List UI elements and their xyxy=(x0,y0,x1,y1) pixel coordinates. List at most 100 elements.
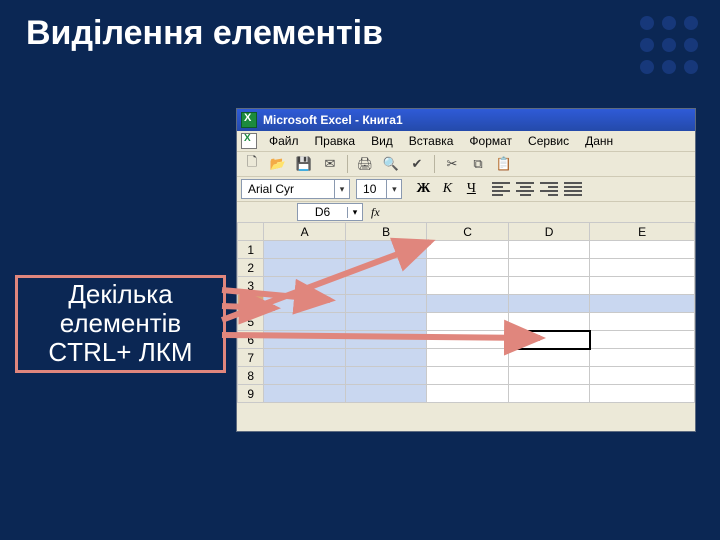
name-box[interactable]: D6 ▾ xyxy=(297,203,363,221)
excel-window: Microsoft Excel - Книга1 Файл Правка Вид… xyxy=(236,108,696,432)
bold-button[interactable]: Ж xyxy=(414,181,432,197)
cell-A1[interactable] xyxy=(264,241,345,259)
cell-A4[interactable] xyxy=(264,295,345,313)
align-right-icon[interactable] xyxy=(540,182,558,196)
cell-E8[interactable] xyxy=(590,367,695,385)
callout-line3: CTRL+ ЛКМ xyxy=(18,338,223,367)
cell-D1[interactable] xyxy=(508,241,589,259)
decor-dots xyxy=(640,16,700,76)
row-header-1[interactable]: 1 xyxy=(238,241,264,259)
align-left-icon[interactable] xyxy=(492,182,510,196)
size-value: 10 xyxy=(357,182,386,196)
titlebar: Microsoft Excel - Книга1 xyxy=(237,109,695,131)
col-header-B[interactable]: B xyxy=(345,223,426,241)
cell-B8[interactable] xyxy=(345,367,426,385)
cell-C6[interactable] xyxy=(427,331,508,349)
mail-icon[interactable]: ✉ xyxy=(319,153,341,175)
col-header-A[interactable]: A xyxy=(264,223,345,241)
cell-A8[interactable] xyxy=(264,367,345,385)
cell-D7[interactable] xyxy=(508,349,589,367)
cell-E6[interactable] xyxy=(590,331,695,349)
col-header-C[interactable]: C xyxy=(427,223,508,241)
callout-line2: елементів xyxy=(18,309,223,338)
cell-E5[interactable] xyxy=(590,313,695,331)
cell-A2[interactable] xyxy=(264,259,345,277)
select-all-corner[interactable] xyxy=(238,223,264,241)
size-combo[interactable]: 10 ▾ xyxy=(356,179,402,199)
menu-tools[interactable]: Сервис xyxy=(520,132,577,150)
cell-B6[interactable] xyxy=(345,331,426,349)
cell-D6-active[interactable] xyxy=(508,331,589,349)
slide-title: Виділення елементів xyxy=(26,14,383,53)
cell-B3[interactable] xyxy=(345,277,426,295)
cell-D9[interactable] xyxy=(508,385,589,403)
cell-C5[interactable] xyxy=(427,313,508,331)
cell-C3[interactable] xyxy=(427,277,508,295)
cell-D3[interactable] xyxy=(508,277,589,295)
cell-C9[interactable] xyxy=(427,385,508,403)
cell-E3[interactable] xyxy=(590,277,695,295)
cell-C2[interactable] xyxy=(427,259,508,277)
row-header-9[interactable]: 9 xyxy=(238,385,264,403)
open-icon[interactable]: 📂 xyxy=(267,153,289,175)
cut-icon[interactable]: ✂ xyxy=(441,153,463,175)
cell-B4[interactable] xyxy=(345,295,426,313)
menu-insert[interactable]: Вставка xyxy=(401,132,462,150)
cell-E2[interactable] xyxy=(590,259,695,277)
cell-D8[interactable] xyxy=(508,367,589,385)
menu-view[interactable]: Вид xyxy=(363,132,401,150)
cell-C1[interactable] xyxy=(427,241,508,259)
row-header-7[interactable]: 7 xyxy=(238,349,264,367)
row-header-6[interactable]: 6 xyxy=(238,331,264,349)
chevron-down-icon: ▾ xyxy=(347,207,362,218)
cell-B5[interactable] xyxy=(345,313,426,331)
paste-icon[interactable]: 📋 xyxy=(493,153,515,175)
underline-button[interactable]: Ч xyxy=(462,181,480,197)
new-icon[interactable]: 🗋 xyxy=(241,153,263,175)
cell-A7[interactable] xyxy=(264,349,345,367)
cell-C8[interactable] xyxy=(427,367,508,385)
col-header-D[interactable]: D xyxy=(508,223,589,241)
chevron-down-icon: ▾ xyxy=(386,180,401,198)
spreadsheet-grid[interactable]: A B C D E 1 2 3 4 5 6 7 8 9 xyxy=(237,222,695,403)
cell-E9[interactable] xyxy=(590,385,695,403)
cell-D4[interactable] xyxy=(508,295,589,313)
cell-B2[interactable] xyxy=(345,259,426,277)
align-center-icon[interactable] xyxy=(516,182,534,196)
italic-button[interactable]: К xyxy=(438,181,456,197)
cell-D5[interactable] xyxy=(508,313,589,331)
cell-B9[interactable] xyxy=(345,385,426,403)
cell-E7[interactable] xyxy=(590,349,695,367)
menu-data[interactable]: Данн xyxy=(577,132,621,150)
cell-B7[interactable] xyxy=(345,349,426,367)
menu-format[interactable]: Формат xyxy=(461,132,520,150)
row-header-2[interactable]: 2 xyxy=(238,259,264,277)
row-header-8[interactable]: 8 xyxy=(238,367,264,385)
cell-B1[interactable] xyxy=(345,241,426,259)
menu-file[interactable]: Файл xyxy=(261,132,307,150)
save-icon[interactable]: 💾 xyxy=(293,153,315,175)
chevron-down-icon: ▾ xyxy=(334,180,349,198)
cell-D2[interactable] xyxy=(508,259,589,277)
fx-icon[interactable]: fx xyxy=(371,205,380,220)
row-header-4[interactable]: 4 xyxy=(238,295,264,313)
cell-E4[interactable] xyxy=(590,295,695,313)
font-combo[interactable]: Arial Cyr ▾ xyxy=(241,179,350,199)
name-box-value: D6 xyxy=(298,205,347,219)
menu-edit[interactable]: Правка xyxy=(307,132,364,150)
align-justify-icon[interactable] xyxy=(564,182,582,196)
cell-E1[interactable] xyxy=(590,241,695,259)
spell-icon[interactable]: ✔ xyxy=(406,153,428,175)
cell-A9[interactable] xyxy=(264,385,345,403)
cell-A6[interactable] xyxy=(264,331,345,349)
cell-A3[interactable] xyxy=(264,277,345,295)
preview-icon[interactable]: 🔍 xyxy=(380,153,402,175)
cell-C4[interactable] xyxy=(427,295,508,313)
cell-A5[interactable] xyxy=(264,313,345,331)
copy-icon[interactable]: ⧉ xyxy=(467,153,489,175)
print-icon[interactable]: 🖨 xyxy=(354,153,376,175)
col-header-E[interactable]: E xyxy=(590,223,695,241)
cell-C7[interactable] xyxy=(427,349,508,367)
row-header-3[interactable]: 3 xyxy=(238,277,264,295)
row-header-5[interactable]: 5 xyxy=(238,313,264,331)
